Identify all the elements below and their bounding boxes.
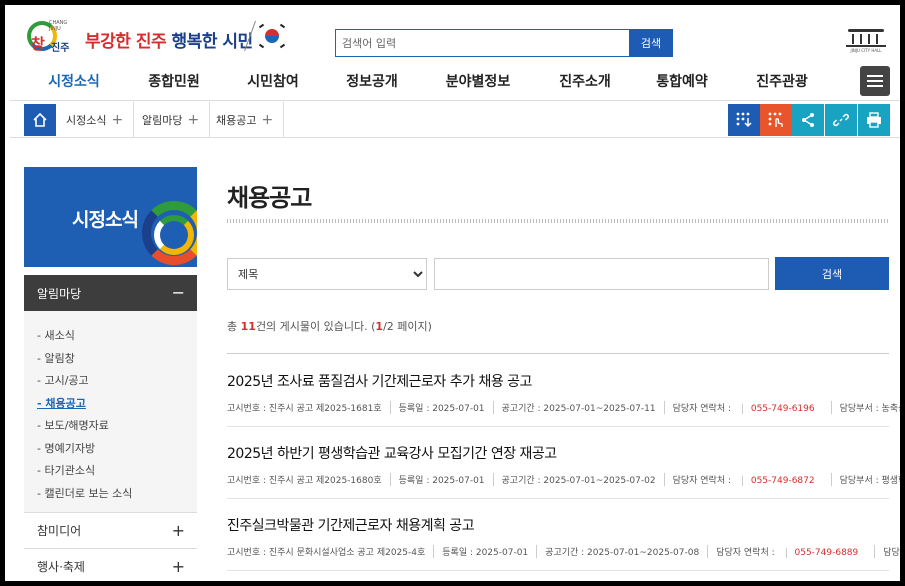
- gnb-item-civil-service[interactable]: 종합민원: [148, 71, 200, 91]
- gnb-item-about[interactable]: 진주소개: [559, 71, 611, 91]
- lnb-item-reporters[interactable]: - 명예기자방: [37, 440, 95, 456]
- list-item: 2025년 하반기 평생학습관 교육강사 모집기간 연장 재공고 고시번호 : …: [227, 443, 900, 486]
- city-logo[interactable]: CHANG JINJU 창 진주 부강한 진주 행복한 시민: [25, 19, 253, 59]
- breadcrumb-label: 알림마당: [142, 114, 183, 127]
- browser-frame: CHANG JINJU 창 진주 부강한 진주 행복한 시민 검색 JINJU …: [0, 0, 905, 586]
- lnb-group-media[interactable]: 참미디어 +: [24, 513, 197, 549]
- post-count: 총 11건의 게시물이 있습니다. (1/2 페이지): [227, 320, 432, 333]
- breadcrumb-item-news[interactable]: 시정소식 +: [56, 102, 135, 138]
- current-page: 1: [375, 320, 384, 333]
- plus-icon: +: [187, 112, 200, 128]
- post-meta: 고시번호 : 진주시 문화시설사업소 공고 제2025-4호 등록일 : 202…: [227, 545, 900, 558]
- gnb-item-tourism[interactable]: 진주관광: [756, 71, 808, 91]
- qr-download-icon[interactable]: [728, 104, 760, 136]
- lnb-item-press[interactable]: - 보도/해명자료: [37, 417, 109, 433]
- section-banner-title: 시정소식: [72, 209, 139, 231]
- post-title-link[interactable]: 2025년 조사료 품질검사 기간제근로자 추가 채용 공고: [227, 374, 532, 390]
- list-divider: [227, 426, 889, 427]
- plus-icon: +: [171, 557, 185, 576]
- section-banner: 시정소식: [24, 167, 197, 267]
- header-search: 검색: [335, 29, 673, 57]
- title-divider: [227, 219, 889, 223]
- share-icon[interactable]: [792, 104, 824, 136]
- slogan: 부강한 진주 행복한 시민: [85, 27, 253, 52]
- banner-decoration-icon: [154, 215, 194, 255]
- print-icon[interactable]: [858, 104, 890, 136]
- post-meta: 고시번호 : 진주시 공고 제2025-1681호 등록일 : 2025-07-…: [227, 401, 900, 414]
- lnb-submenu: - 새소식 - 알림창 - 고시/공고 - 채용공고 - 보도/해명자료 - 명…: [24, 311, 197, 513]
- slogan-blue: 행복한 시민: [171, 31, 254, 52]
- list-item: 2025년 조사료 품질검사 기간제근로자 추가 채용 공고 고시번호 : 진주…: [227, 371, 900, 414]
- gnb-item-participation[interactable]: 시민참여: [247, 71, 299, 91]
- search-button[interactable]: 검색: [629, 29, 673, 57]
- gnb-item-information[interactable]: 정보공개: [346, 71, 398, 91]
- list-divider: [227, 498, 889, 499]
- breadcrumb-label: 시정소식: [66, 114, 107, 127]
- taegukgi-icon: [244, 20, 289, 52]
- board-search-input[interactable]: [434, 258, 769, 290]
- logo-chang-text: 창: [31, 35, 45, 53]
- emblem-text: JINJU CITY HALL: [850, 48, 882, 53]
- breadcrumb: 시정소식 + 알림마당 + 채용공고 +: [10, 102, 900, 138]
- lnb-item-calendar[interactable]: - 캘린더로 보는 소식: [37, 485, 132, 501]
- plus-icon: +: [171, 521, 185, 540]
- gnb-item-field-info[interactable]: 분야별정보: [446, 71, 510, 91]
- gnb-item-reservation[interactable]: 통합예약: [656, 71, 708, 91]
- list-item: 진주실크박물관 기간제근로자 채용계획 공고 고시번호 : 진주시 문화시설사업…: [227, 515, 900, 558]
- page-title: 채용공고: [227, 184, 312, 212]
- breadcrumb-item-recruit[interactable]: 채용공고 +: [206, 102, 285, 138]
- lnb-group-label: 참미디어: [37, 524, 82, 538]
- post-meta: 고시번호 : 진주시 공고 제2025-1680호 등록일 : 2025-07-…: [227, 473, 900, 486]
- search-field-select[interactable]: 제목: [227, 258, 427, 290]
- search-input[interactable]: [335, 29, 629, 57]
- breadcrumb-item-notice[interactable]: 알림마당 +: [132, 102, 211, 138]
- lnb-group-label: 행사·축제: [37, 560, 85, 574]
- lnb-item-recruitment[interactable]: - 채용공고: [37, 395, 86, 411]
- lnb-item-other-agencies[interactable]: - 타기관소식: [37, 462, 95, 478]
- city-logo-mark: CHANG JINJU 창 진주: [25, 19, 79, 59]
- plus-icon: +: [111, 112, 124, 128]
- plus-icon: +: [261, 112, 274, 128]
- post-title-link[interactable]: 진주실크박물관 기간제근로자 채용계획 공고: [227, 518, 475, 534]
- list-divider: [227, 570, 889, 571]
- lnb-item-announcements[interactable]: - 고시/공고: [37, 372, 89, 388]
- lnb-section-header[interactable]: 알림마당 −: [24, 275, 197, 311]
- post-title-link[interactable]: 2025년 하반기 평생학습관 교육강사 모집기간 연장 재공고: [227, 446, 557, 462]
- link-icon[interactable]: [825, 104, 857, 136]
- lnb-item-notice-window[interactable]: - 알림창: [37, 350, 75, 366]
- city-hall-emblem-icon[interactable]: JINJU CITY HALL: [846, 27, 886, 53]
- hamburger-menu-icon[interactable]: [860, 66, 890, 96]
- breadcrumb-label: 채용공고: [216, 114, 257, 127]
- lnb-group-events[interactable]: 행사·축제 +: [24, 549, 197, 581]
- post-count-value: 11: [240, 320, 256, 333]
- logo-jinju-text: 진주: [51, 43, 70, 54]
- minus-icon: −: [171, 283, 185, 302]
- lnb-section-label: 알림마당: [37, 286, 82, 301]
- main-navigation: 시정소식 종합민원 시민참여 정보공개 분야별정보 진주소개 통합예약 진주관광: [10, 65, 900, 101]
- slogan-red: 부강한 진주: [85, 31, 167, 52]
- list-top-divider: [227, 353, 889, 354]
- board-search-button[interactable]: 검색: [775, 257, 889, 290]
- qr-touch-icon[interactable]: [760, 104, 792, 136]
- home-icon[interactable]: [24, 104, 56, 136]
- gnb-item-news[interactable]: 시정소식: [48, 71, 100, 91]
- logo-english-text: CHANG JINJU: [49, 20, 68, 32]
- lnb-item-new-news[interactable]: - 새소식: [37, 327, 75, 343]
